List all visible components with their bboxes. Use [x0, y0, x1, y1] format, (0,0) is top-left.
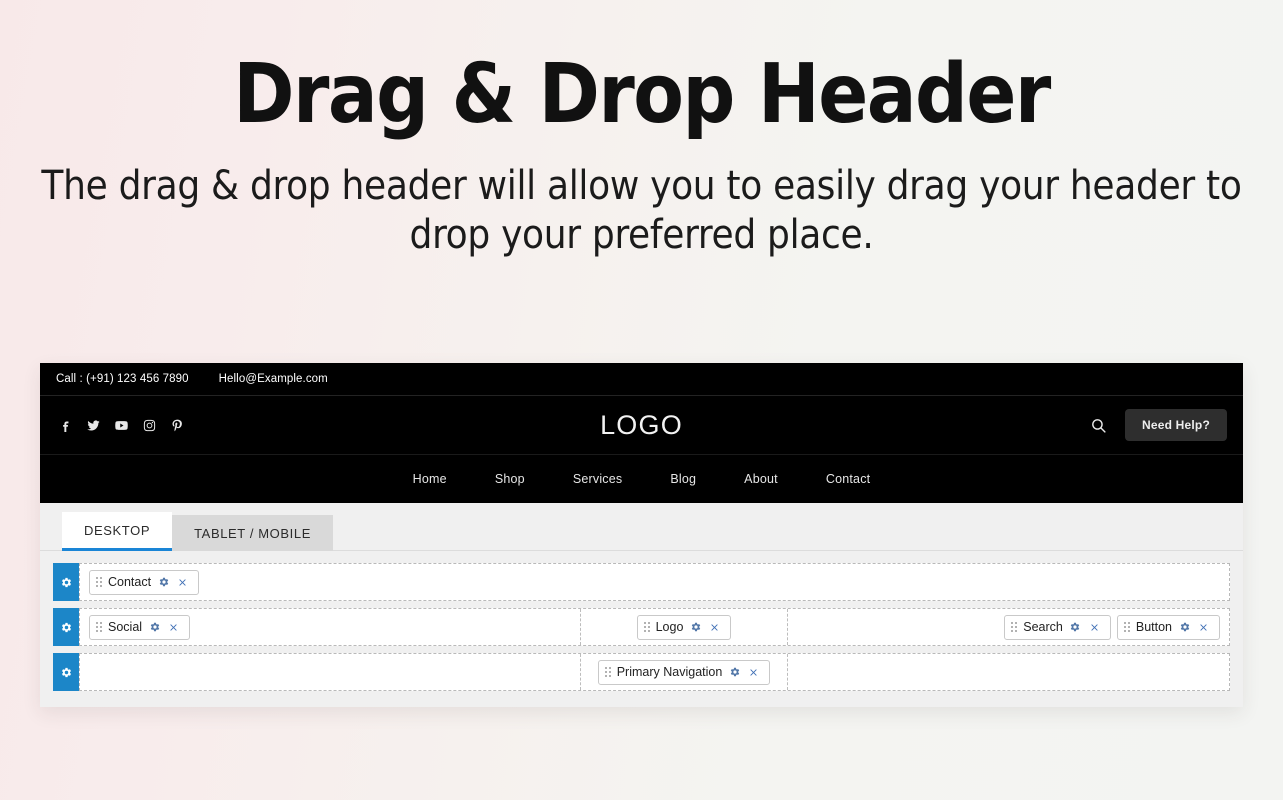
pinterest-icon[interactable]	[170, 418, 185, 433]
page-subtitle: The drag & drop header will allow you to…	[41, 163, 1242, 258]
drag-grip-icon[interactable]	[604, 667, 611, 677]
builder-row[interactable]: Social Logo Search Button	[53, 608, 1230, 646]
site-header-preview: Call : (+91) 123 456 7890 Hello@Example.…	[40, 363, 1243, 503]
gear-icon[interactable]	[148, 621, 161, 634]
topbar-email: Hello@Example.com	[218, 373, 328, 385]
nav-item-about[interactable]: About	[744, 472, 778, 486]
drag-grip-icon[interactable]	[1011, 622, 1018, 632]
preview-logo: LOGO	[600, 409, 683, 440]
youtube-icon[interactable]	[114, 418, 129, 433]
nav-item-contact[interactable]: Contact	[826, 472, 870, 486]
nav-item-blog[interactable]: Blog	[670, 472, 696, 486]
gear-icon[interactable]	[157, 576, 170, 589]
widget-label: Search	[1023, 619, 1063, 634]
social-links	[58, 418, 185, 433]
nav-item-shop[interactable]: Shop	[495, 472, 525, 486]
builder-cell[interactable]: Contact	[80, 564, 1229, 600]
widget-label: Contact	[108, 574, 152, 589]
nav-item-services[interactable]: Services	[573, 472, 623, 486]
builder-cell[interactable]: Search Button	[787, 609, 1229, 645]
close-icon[interactable]	[1197, 621, 1210, 634]
widget-primary-navigation[interactable]: Primary Navigation	[597, 659, 771, 685]
close-icon[interactable]	[747, 666, 760, 679]
preview-topbar: Call : (+91) 123 456 7890 Hello@Example.…	[40, 363, 1243, 396]
close-icon[interactable]	[1088, 621, 1101, 634]
facebook-icon[interactable]	[58, 418, 73, 433]
gear-icon[interactable]	[728, 666, 741, 679]
tab-desktop[interactable]: DESKTOP	[62, 512, 173, 551]
widget-logo[interactable]: Logo	[636, 614, 732, 640]
builder-row[interactable]: Contact	[53, 563, 1230, 601]
row-cells: Primary Navigation	[79, 653, 1230, 691]
builder-cell[interactable]	[80, 654, 580, 690]
builder-cell[interactable]: Social	[80, 609, 580, 645]
drag-grip-icon[interactable]	[96, 622, 102, 632]
device-tabs: DESKTOP TABLET / MOBILE	[40, 503, 1243, 551]
widget-contact[interactable]: Contact	[89, 569, 200, 595]
drag-drop-area: Contact Social Logo Search Button Primar…	[40, 551, 1243, 707]
page-title: Drag & Drop Header	[233, 47, 1051, 142]
close-icon[interactable]	[708, 621, 721, 634]
preview-midbar: LOGO Need Help?	[40, 396, 1243, 454]
row-cells: Social Logo Search Button	[79, 608, 1230, 646]
need-help-button[interactable]: Need Help?	[1124, 409, 1227, 441]
row-cells: Contact	[79, 563, 1230, 601]
instagram-icon[interactable]	[142, 418, 157, 433]
gear-icon[interactable]	[689, 621, 702, 634]
hero-section: Drag & Drop Header The drag & drop heade…	[0, 0, 1283, 260]
widget-social[interactable]: Social	[89, 614, 191, 640]
preview-navigation: Home Shop Services Blog About Contact	[40, 454, 1243, 503]
widget-label: Primary Navigation	[616, 664, 723, 679]
close-icon[interactable]	[167, 621, 180, 634]
builder-cell[interactable]: Logo	[580, 609, 787, 645]
widget-label: Button	[1135, 619, 1172, 634]
tab-tablet-mobile[interactable]: TABLET / MOBILE	[172, 515, 333, 551]
close-icon[interactable]	[176, 576, 189, 589]
drag-grip-icon[interactable]	[1123, 622, 1130, 632]
widget-label: Social	[108, 619, 143, 634]
topbar-phone: Call : (+91) 123 456 7890	[56, 373, 189, 385]
drag-grip-icon[interactable]	[96, 577, 102, 587]
row-settings-gear-icon[interactable]	[53, 608, 79, 646]
row-settings-gear-icon[interactable]	[53, 653, 79, 691]
builder-cell[interactable]	[787, 654, 1229, 690]
builder-cell[interactable]: Primary Navigation	[580, 654, 787, 690]
gear-icon[interactable]	[1069, 621, 1082, 634]
widget-label: Logo	[655, 619, 684, 634]
builder-row[interactable]: Primary Navigation	[53, 653, 1230, 691]
twitter-icon[interactable]	[86, 418, 101, 433]
widget-button[interactable]: Button	[1116, 614, 1220, 640]
nav-item-home[interactable]: Home	[413, 472, 447, 486]
row-settings-gear-icon[interactable]	[53, 563, 79, 601]
drag-grip-icon[interactable]	[643, 622, 650, 632]
header-builder-panel: Call : (+91) 123 456 7890 Hello@Example.…	[40, 363, 1243, 707]
gear-icon[interactable]	[1178, 621, 1191, 634]
preview-actions: Need Help?	[1090, 409, 1227, 441]
widget-search[interactable]: Search	[1004, 614, 1111, 640]
search-icon[interactable]	[1090, 417, 1107, 434]
